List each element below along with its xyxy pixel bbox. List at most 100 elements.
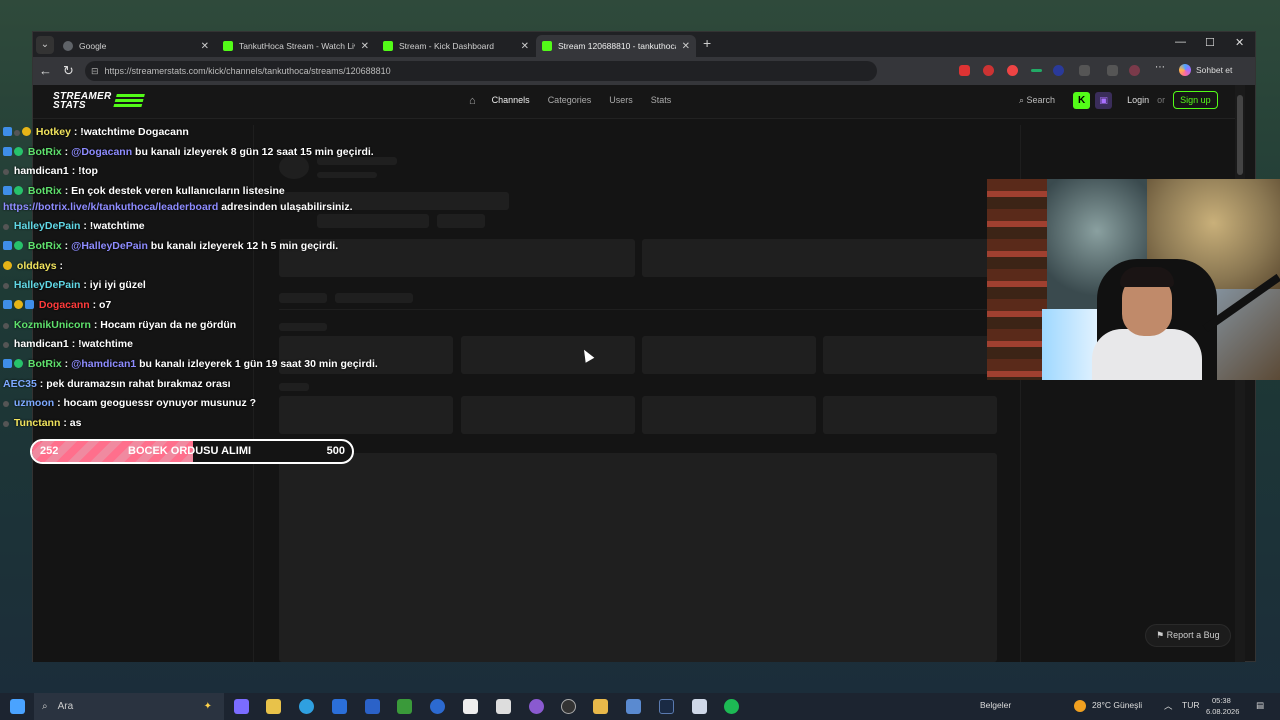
badge-icon	[3, 169, 9, 175]
maximize-icon[interactable]: ☐	[1205, 36, 1215, 49]
chat-mention[interactable]: @hamdican1	[71, 358, 136, 370]
more-icon[interactable]: ⋯	[1155, 62, 1166, 73]
chat-username[interactable]: Dogacann	[39, 299, 90, 311]
chat-mention[interactable]: @Dogacann	[71, 146, 132, 158]
chat-username[interactable]: olddays	[17, 260, 57, 272]
app-icon[interactable]	[430, 699, 445, 714]
chat-username[interactable]: HalleyDePain	[14, 279, 81, 291]
chat-username[interactable]: hamdican1	[14, 165, 69, 177]
language-indicator[interactable]: TUR	[1182, 700, 1199, 710]
streamerstats-logo[interactable]: STREAMER STATS	[53, 92, 145, 111]
close-icon[interactable]: ✕	[682, 41, 690, 52]
chat-username[interactable]: uzmoon	[14, 397, 54, 409]
minimize-icon[interactable]: —	[1175, 36, 1186, 48]
steam-icon[interactable]	[659, 699, 674, 714]
copilot-icon	[1179, 64, 1191, 76]
report-bug-label: Report a Bug	[1166, 630, 1220, 640]
home-icon[interactable]: ⌂	[469, 95, 476, 107]
skeleton-line	[279, 383, 309, 391]
chat-link[interactable]: https://botrix.live/k/tankuthoca/leaderb…	[3, 201, 218, 213]
back-icon[interactable]: ←	[39, 63, 52, 78]
chat-text: :	[59, 260, 64, 272]
clock-date[interactable]: 6.08.2026	[1206, 707, 1239, 716]
avatar[interactable]	[1129, 65, 1140, 76]
signup-button[interactable]: Sign up	[1173, 91, 1218, 109]
extension-icon[interactable]	[983, 65, 994, 76]
reload-icon[interactable]: ↻	[63, 63, 74, 79]
extensions-puzzle-icon[interactable]	[1079, 65, 1090, 76]
notepad-icon[interactable]	[463, 699, 478, 714]
badge-icon	[25, 300, 34, 309]
outlook-icon[interactable]	[332, 699, 347, 714]
tab-search-button[interactable]: ⌄	[36, 35, 54, 54]
weather-text[interactable]: 28°C Güneşli	[1092, 700, 1142, 710]
logo-text: STATS	[53, 100, 86, 111]
tab-google[interactable]: Google ✕	[57, 35, 215, 57]
chat-text: : iyi iyi güzel	[83, 279, 146, 291]
app-icon[interactable]	[365, 699, 380, 714]
start-icon[interactable]	[10, 699, 25, 714]
scrollbar-thumb[interactable]	[1237, 95, 1243, 175]
chat-text: bu kanalı izleyerek 12 h 5 min geçirdi.	[147, 240, 339, 252]
extension-icon[interactable]	[1053, 65, 1064, 76]
settings-icon[interactable]	[1107, 65, 1118, 76]
chat-message: BotRix : En çok destek veren kullanıcıla…	[3, 185, 285, 197]
nav-channels[interactable]: Channels	[492, 95, 530, 107]
extension-icon[interactable]	[1031, 69, 1042, 72]
nav-categories[interactable]: Categories	[548, 95, 592, 107]
new-tab-button[interactable]: +	[703, 35, 711, 51]
obs-icon[interactable]	[561, 699, 576, 714]
app-icon[interactable]	[692, 699, 707, 714]
capcut-icon[interactable]	[496, 699, 511, 714]
spotify-icon[interactable]	[724, 699, 739, 714]
skeleton-card	[642, 396, 816, 434]
app-icon[interactable]	[626, 699, 641, 714]
skeleton-line	[317, 172, 377, 178]
address-bar[interactable]: ⊟ https://streamerstats.com/kick/channel…	[85, 61, 877, 81]
clock-time[interactable]: 05:38	[1212, 696, 1231, 705]
chat-username[interactable]: AEC35	[3, 378, 37, 390]
chat-username[interactable]: BotRix	[28, 240, 62, 252]
chat-username[interactable]: hamdican1	[14, 338, 69, 350]
chat-username[interactable]: BotRix	[28, 146, 62, 158]
extension-icon[interactable]	[959, 65, 970, 76]
nav-stats[interactable]: Stats	[651, 95, 672, 107]
chat-text: : !watchtime Dogacann	[73, 126, 189, 138]
widgets-icon[interactable]	[234, 699, 249, 714]
close-icon[interactable]: ✕	[201, 41, 209, 52]
close-window-icon[interactable]: ✕	[1235, 36, 1244, 49]
app-icon[interactable]	[397, 699, 412, 714]
nav-users[interactable]: Users	[609, 95, 633, 107]
chat-username[interactable]: BotRix	[28, 185, 62, 197]
folder-icon[interactable]	[593, 699, 608, 714]
streamerstats-icon	[542, 41, 552, 51]
taskbar-search[interactable]: ⌕ Ara ✦	[34, 693, 224, 720]
chat-username[interactable]: Hotkey	[36, 126, 71, 138]
search-button[interactable]: ⌕ Search	[1019, 95, 1055, 106]
tab-tankuthoca-stream[interactable]: TankutHoca Stream - Watch Live o ✕	[217, 35, 375, 57]
login-link[interactable]: Login	[1127, 95, 1149, 105]
badge-icon	[3, 359, 12, 368]
chat-username[interactable]: HalleyDePain	[14, 220, 81, 232]
tab-streamerstats[interactable]: Stream 120688810 - tankuthoca - S ✕	[536, 35, 696, 57]
close-icon[interactable]: ✕	[521, 41, 529, 52]
edge-icon[interactable]	[299, 699, 314, 714]
chat-username[interactable]: Tunctann	[14, 417, 60, 429]
extension-icon[interactable]	[1007, 65, 1018, 76]
report-bug-button[interactable]: ⚑ Report a Bug	[1145, 624, 1231, 647]
twitch-platform-button[interactable]: ▣	[1095, 91, 1113, 109]
tray-expand-icon[interactable]: ︿	[1164, 700, 1173, 712]
chat-username[interactable]: KozmikUnicorn	[14, 319, 91, 331]
badge-icon	[3, 261, 12, 270]
close-icon[interactable]: ✕	[361, 41, 369, 52]
tab-kick-dashboard[interactable]: Stream - Kick Dashboard ✕	[377, 35, 535, 57]
kick-platform-button[interactable]: K	[1073, 91, 1091, 109]
store-icon[interactable]	[266, 699, 281, 714]
goal-target: 500	[326, 445, 345, 457]
chat-username[interactable]: BotRix	[28, 358, 62, 370]
copilot-button[interactable]: Sohbet et	[1179, 64, 1232, 76]
documents-toolbar[interactable]: Belgeler	[980, 700, 1011, 710]
notification-icon[interactable]: ▤	[1256, 700, 1264, 711]
app-icon[interactable]	[529, 699, 544, 714]
chat-mention[interactable]: @HalleyDePain	[71, 240, 148, 252]
